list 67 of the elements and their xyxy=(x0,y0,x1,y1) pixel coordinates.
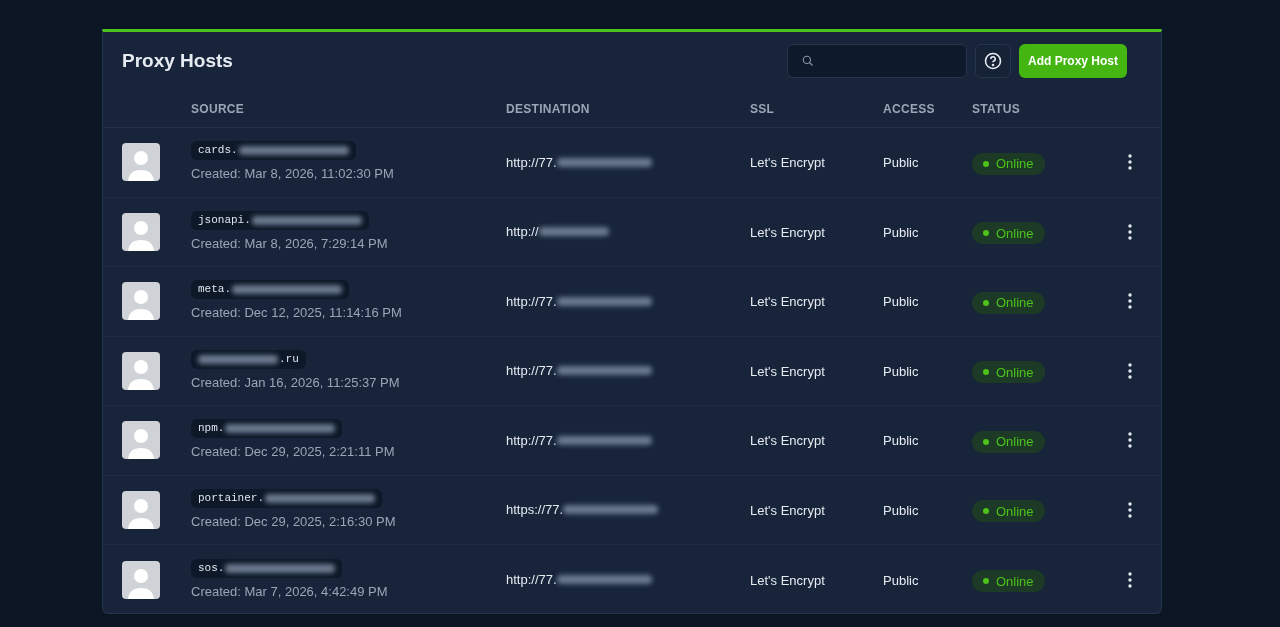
page-title: Proxy Hosts xyxy=(122,48,233,73)
domain-text: .ru xyxy=(279,351,299,367)
status-badge: Online xyxy=(972,430,1045,453)
more-icon xyxy=(1128,362,1132,379)
destination-url: http://77. xyxy=(506,153,557,172)
domain-text: npm. xyxy=(198,421,225,437)
domain-text: meta. xyxy=(198,282,231,298)
more-icon xyxy=(1128,501,1132,518)
destination-url: http:// xyxy=(506,223,539,241)
domain-text: sos. xyxy=(198,560,225,576)
avatar-icon xyxy=(122,421,160,460)
avatar-icon xyxy=(122,490,160,529)
more-icon xyxy=(1128,293,1132,310)
status-badge: Online xyxy=(972,291,1045,314)
destination-url: http://77. xyxy=(506,571,557,589)
created-date: Created: Dec 29, 2025, 2:21:11 PM xyxy=(191,443,395,461)
destination-url: http://77. xyxy=(506,292,557,311)
search-field[interactable] xyxy=(787,44,967,78)
status-badge: Online xyxy=(972,361,1045,384)
created-date: Created: Dec 29, 2025, 2:16:30 PM xyxy=(191,512,396,531)
access-level: Public xyxy=(883,433,919,449)
more-icon xyxy=(1128,154,1132,171)
ssl-provider: Let's Encrypt xyxy=(750,155,825,171)
created-date: Created: Mar 7, 2026, 4:42:49 PM xyxy=(191,582,388,601)
ssl-provider: Let's Encrypt xyxy=(750,502,825,518)
column-header: STATUS xyxy=(972,101,1021,116)
domain-text: cards. xyxy=(198,143,238,159)
access-level: Public xyxy=(883,224,919,240)
status-badge: Online xyxy=(972,152,1045,175)
created-date: Created: Mar 8, 2026, 11:02:30 PM xyxy=(191,165,394,183)
access-level: Public xyxy=(883,155,919,171)
ssl-provider: Let's Encrypt xyxy=(750,294,825,310)
created-date: Created: Jan 16, 2026, 11:25:37 PM xyxy=(191,373,400,392)
created-date: Created: Mar 8, 2026, 7:29:14 PM xyxy=(191,234,388,253)
more-icon xyxy=(1128,571,1132,588)
redacted-text xyxy=(538,227,609,237)
column-header: DESTINATION xyxy=(506,101,590,116)
avatar-icon xyxy=(122,560,160,599)
access-level: Public xyxy=(883,294,919,310)
status-badge: Online xyxy=(972,500,1045,523)
ssl-provider: Let's Encrypt xyxy=(750,363,825,379)
created-date: Created: Dec 12, 2025, 11:14:16 PM xyxy=(191,304,402,322)
help-icon xyxy=(984,52,1002,70)
ssl-provider: Let's Encrypt xyxy=(750,224,825,240)
column-header: SOURCE xyxy=(191,101,245,116)
access-level: Public xyxy=(883,363,919,379)
status-badge: Online xyxy=(972,570,1045,593)
avatar-icon xyxy=(122,212,160,251)
destination-url: http://77. xyxy=(506,362,557,380)
ssl-provider: Let's Encrypt xyxy=(750,433,825,449)
domain-text: portainer. xyxy=(198,490,264,506)
domain-text: jsonapi. xyxy=(198,212,251,228)
destination-url: https://77. xyxy=(506,501,564,519)
ssl-provider: Let's Encrypt xyxy=(750,572,825,588)
help-button[interactable] xyxy=(975,44,1011,78)
access-level: Public xyxy=(883,502,919,518)
avatar-icon xyxy=(122,282,160,321)
avatar-icon xyxy=(122,351,160,390)
access-level: Public xyxy=(883,572,919,588)
column-header: SSL xyxy=(750,101,775,116)
destination-url: http://77. xyxy=(506,431,557,450)
avatar-icon xyxy=(122,143,160,182)
add-proxy-host-button[interactable]: Add Proxy Host xyxy=(1019,44,1127,78)
status-badge: Online xyxy=(972,222,1045,245)
column-header: ACCESS xyxy=(883,101,935,116)
more-icon xyxy=(1128,432,1132,449)
more-icon xyxy=(1128,223,1132,240)
